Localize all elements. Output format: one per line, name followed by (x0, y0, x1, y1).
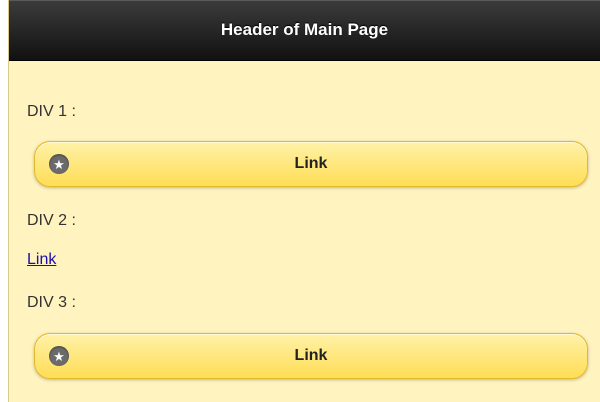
div-1-label: DIV 1 : (27, 103, 76, 120)
div-1-link-button-label: Link (294, 155, 328, 172)
star-icon: ★ (49, 154, 69, 174)
page-title: Header of Main Page (220, 20, 389, 39)
page: Header of Main Page DIV 1 : ★ Link DIV 2… (8, 0, 600, 402)
star-icon: ★ (49, 346, 69, 366)
div-3-label: DIV 3 : (27, 294, 76, 311)
div-2-label: DIV 2 : (27, 212, 76, 229)
page-header: Header of Main Page (9, 0, 600, 61)
div-3-link-button[interactable]: ★ Link (34, 333, 588, 379)
div-1-link-button[interactable]: ★ Link (34, 141, 588, 187)
div-3-link-button-label: Link (294, 347, 328, 364)
div-2-link[interactable]: Link (27, 251, 56, 269)
